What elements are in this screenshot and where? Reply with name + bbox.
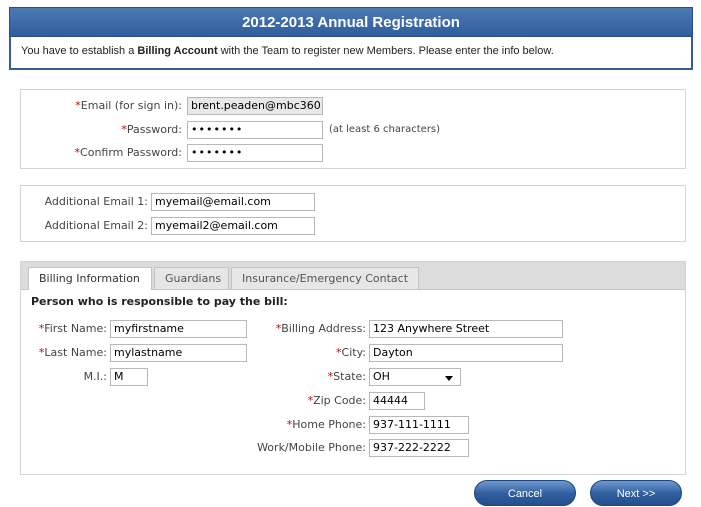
billing-panel: Billing Information Guardians Insurance/… xyxy=(20,261,686,475)
zip-code-label: *Zip Code: xyxy=(307,394,366,407)
first-name-label: *First Name: xyxy=(38,322,107,335)
intro-text-before: You have to establish a xyxy=(21,45,138,57)
chevron-down-icon xyxy=(445,376,453,381)
additional-email-2-label: Additional Email 2: xyxy=(44,219,148,232)
state-select-value: OH xyxy=(373,370,390,383)
billing-section-title: Person who is responsible to pay the bil… xyxy=(31,295,288,308)
email-field[interactable]: brent.peaden@mbc360.com xyxy=(187,97,323,115)
city-field[interactable]: Dayton xyxy=(369,344,563,362)
additional-email-1-field[interactable]: myemail@email.com xyxy=(151,193,315,211)
billing-address-field[interactable]: 123 Anywhere Street xyxy=(369,320,563,338)
work-phone-label: Work/Mobile Phone: xyxy=(257,441,366,454)
password-field[interactable]: ••••••• xyxy=(187,121,323,139)
work-phone-field[interactable]: 937-222-2222 xyxy=(369,439,469,457)
intro-text-after: with the Team to register new Members. P… xyxy=(217,45,554,57)
additional-email-2-field[interactable]: myemail2@email.com xyxy=(151,217,315,235)
cancel-button[interactable]: Cancel xyxy=(474,480,576,506)
password-label: *Password: xyxy=(121,123,182,136)
state-select[interactable]: OH xyxy=(369,368,461,386)
home-phone-field[interactable]: 937-111-1111 xyxy=(369,416,469,434)
tab-bar: Billing Information Guardians Insurance/… xyxy=(21,262,685,290)
last-name-label: *Last Name: xyxy=(38,346,107,359)
confirm-password-field[interactable]: ••••••• xyxy=(187,144,323,162)
account-panel: *Email (for sign in): brent.peaden@mbc36… xyxy=(20,89,686,169)
confirm-password-label: *Confirm Password: xyxy=(74,146,182,159)
middle-initial-label: M.I.: xyxy=(83,370,107,383)
city-label: *City: xyxy=(336,346,366,359)
password-hint: (at least 6 characters) xyxy=(329,124,441,135)
next-button[interactable]: Next >> xyxy=(590,480,682,506)
email-label: *Email (for sign in): xyxy=(75,99,182,112)
additional-email-panel: Additional Email 1: myemail@email.com Ad… xyxy=(20,185,686,242)
billing-address-label: *Billing Address: xyxy=(275,322,366,335)
state-label: *State: xyxy=(327,370,366,383)
tab-guardians[interactable]: Guardians xyxy=(154,267,229,289)
tab-billing-information[interactable]: Billing Information xyxy=(28,267,152,290)
tab-insurance-emergency-contact[interactable]: Insurance/Emergency Contact xyxy=(231,267,419,289)
page-title: 2012-2013 Annual Registration xyxy=(9,7,693,37)
middle-initial-field[interactable]: M xyxy=(110,368,148,386)
intro-text: You have to establish a Billing Account … xyxy=(9,37,693,70)
home-phone-label: *Home Phone: xyxy=(286,418,366,431)
zip-code-field[interactable]: 44444 xyxy=(369,392,425,410)
intro-text-bold: Billing Account xyxy=(137,45,218,57)
additional-email-1-label: Additional Email 1: xyxy=(44,195,148,208)
